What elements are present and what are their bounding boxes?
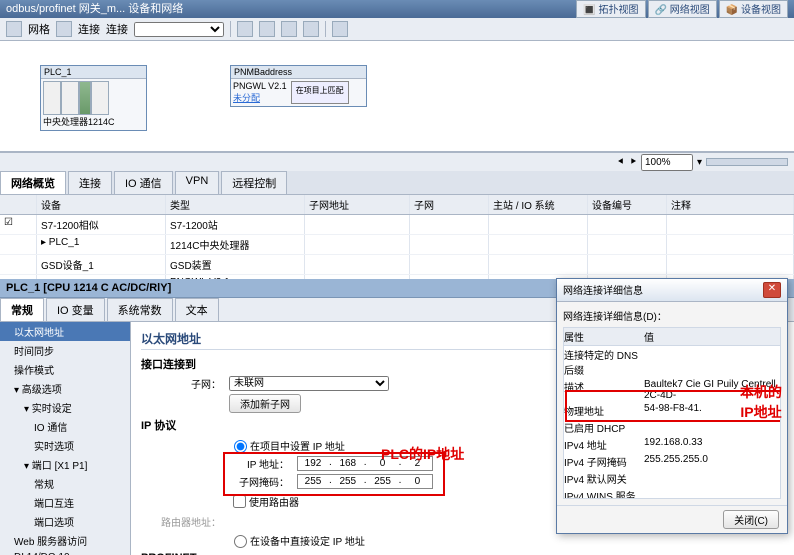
tab-vpn[interactable]: VPN [175, 171, 220, 194]
connection-select[interactable] [134, 22, 224, 37]
dialog-title: 网络连接详细信息 [563, 282, 643, 298]
tab-io[interactable]: IO 通信 [114, 171, 173, 194]
tree-item[interactable]: 时间同步 [0, 341, 130, 360]
host-ip-annotation: 本机的 IP地址 [740, 382, 782, 422]
tree-item[interactable]: IO 通信 [0, 417, 130, 436]
use-router-check[interactable] [233, 495, 246, 508]
tree-item[interactable]: ▾ 端口 [X1 P1] [0, 455, 130, 474]
zoom-nav-left[interactable]: ⯇ [617, 157, 625, 168]
network-canvas[interactable]: PLC_1 中央处理器1214C PNMBaddress PNGWL V2.1 … [0, 41, 794, 152]
dialog-row: IPv4 子网掩码255.255.255.0 [564, 453, 780, 470]
ptab-io[interactable]: IO 变量 [46, 298, 105, 321]
zoom-slider[interactable] [706, 158, 788, 166]
zoom-icon[interactable] [332, 21, 348, 37]
tab-netoverview[interactable]: 网络概览 [0, 171, 66, 194]
zoom-value[interactable] [641, 154, 693, 171]
overview-tabs: 网络概览 连接 IO 通信 VPN 远程控制 [0, 171, 794, 195]
tab-connections[interactable]: 连接 [68, 171, 112, 194]
dialog-row: IPv4 地址192.168.0.33 [564, 436, 780, 453]
zoom-nav-right[interactable]: ⯈ [629, 157, 637, 168]
tree-item[interactable]: DI 14/DQ 10 [0, 550, 130, 555]
tree-item[interactable]: ▾ 实时设定 [0, 398, 130, 417]
ptab-general[interactable]: 常规 [0, 298, 44, 321]
dialog-heading: 网络连接详细信息(D)： [563, 308, 781, 323]
dialog-close-btn[interactable]: 关闭(C) [723, 510, 779, 529]
tool-icon-2[interactable] [259, 21, 275, 37]
unassigned-link[interactable]: 未分配 [233, 93, 260, 103]
table-row[interactable]: ▸ PLC_11214C中央处理器 [0, 235, 794, 255]
ptab-text[interactable]: 文本 [175, 298, 219, 321]
tree-item[interactable]: 操作模式 [0, 360, 130, 379]
title-text: odbus/profinet 网关_m... 设备和网络 [6, 0, 183, 18]
ptab-const[interactable]: 系统常数 [107, 298, 173, 321]
table-row[interactable]: GSD设备_1GSD装置 [0, 255, 794, 275]
dialog-row: IPv4 默认网关 [564, 470, 780, 487]
net-icon[interactable] [6, 21, 22, 37]
device-view-btn[interactable]: 📦 设备视图 [719, 0, 788, 18]
table-row[interactable]: ☑S7-1200相似S7-1200站 [0, 215, 794, 235]
dialog-row: 连接特定的 DNS 后缀 [564, 346, 780, 378]
tree-item[interactable]: Web 服务器访问 [0, 531, 130, 550]
tool-icon-4[interactable] [303, 21, 319, 37]
tree-item[interactable]: 以太网地址 [0, 322, 130, 341]
title-bar: odbus/profinet 网关_m... 设备和网络 🔳 拓扑视图 🔗 网络… [0, 0, 794, 18]
device-table: 设备 类型 子网地址 子网 主站 / IO 系统 设备编号 注释 ☑S7-120… [0, 195, 794, 279]
tree-item[interactable]: ▾ 高级选项 [0, 379, 130, 398]
view-buttons: 🔳 拓扑视图 🔗 网络视图 📦 设备视图 [576, 0, 788, 18]
close-icon[interactable]: ✕ [763, 282, 781, 298]
network-view-btn[interactable]: 🔗 网络视图 [648, 0, 717, 18]
device-plc1[interactable]: PLC_1 中央处理器1214C [40, 65, 147, 131]
tree-item[interactable]: 常规 [0, 474, 130, 493]
conn-label: 连接 [106, 21, 128, 37]
add-subnet-btn[interactable]: 添加新子网 [229, 394, 301, 413]
tool-icon-1[interactable] [237, 21, 253, 37]
tree-item[interactable]: 实时选项 [0, 436, 130, 455]
match-btn[interactable]: 在项目上匹配 [291, 81, 349, 104]
tab-remote[interactable]: 远程控制 [221, 171, 287, 194]
toolbar: 网格 连接 连接 [0, 18, 794, 41]
subnet-select[interactable]: 未联网 [229, 376, 389, 391]
opt-dev-ip[interactable] [234, 535, 247, 548]
link-icon[interactable] [56, 21, 72, 37]
property-tree[interactable]: 以太网地址时间同步操作模式▾ 高级选项▾ 实时设定IO 通信实时选项▾ 端口 [… [0, 322, 131, 555]
topology-view-btn[interactable]: 🔳 拓扑视图 [576, 0, 645, 18]
zoom-bar: ⯇ ⯈ ▾ [0, 152, 794, 171]
device-pnmb[interactable]: PNMBaddress PNGWL V2.1 未分配 在项目上匹配 [230, 65, 367, 107]
tool-icon-3[interactable] [281, 21, 297, 37]
tree-item[interactable]: 端口互连 [0, 493, 130, 512]
plc-ip-annotation: PLC的IP地址 [381, 444, 464, 464]
dialog-row: IPv4 WINS 服务器 [564, 487, 780, 499]
tree-item[interactable]: 端口选项 [0, 512, 130, 531]
